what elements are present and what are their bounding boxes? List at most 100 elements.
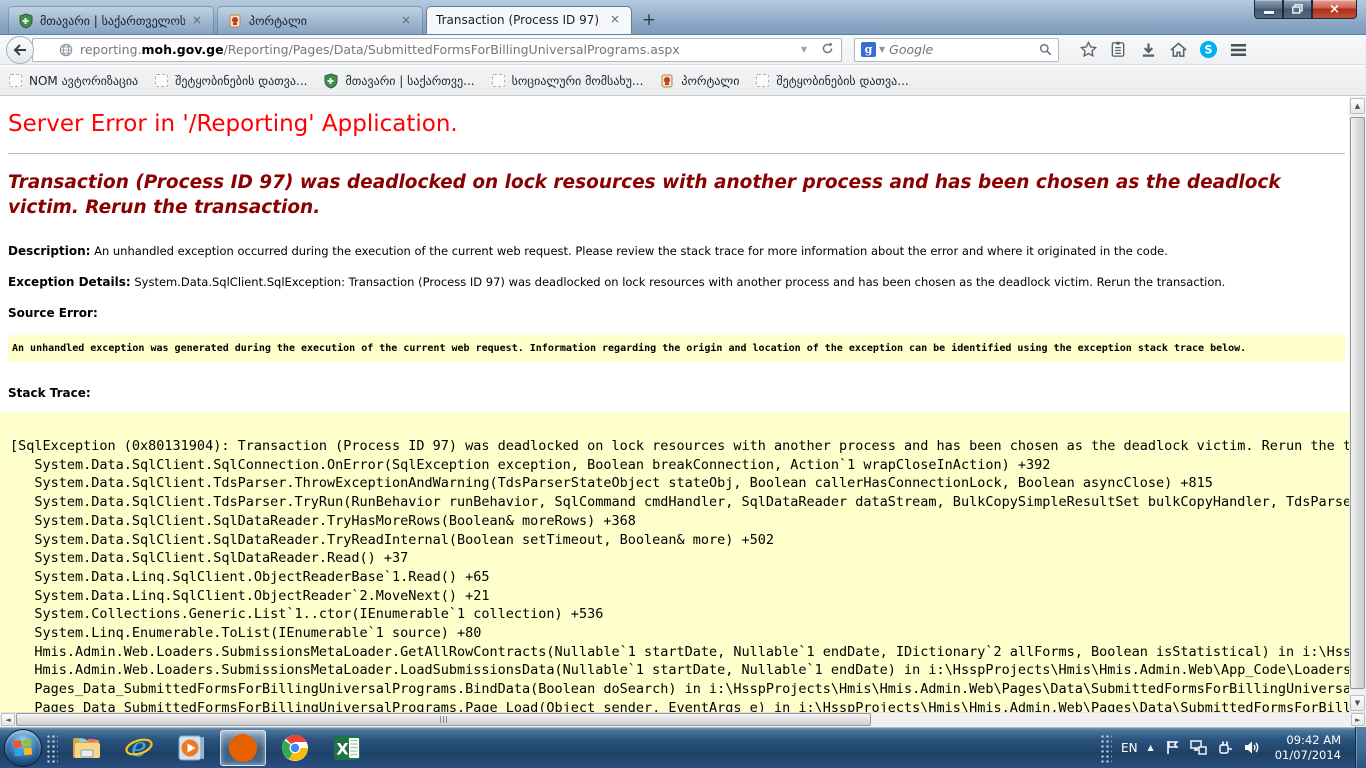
- tab-label: პორტალი: [249, 14, 394, 28]
- tab-transaction-error[interactable]: Transaction (Process ID 97) was... ×: [426, 6, 632, 34]
- tray-grip: [1099, 733, 1112, 763]
- action-center-flag-icon[interactable]: [1166, 740, 1179, 755]
- window-controls: ×: [1254, 0, 1357, 19]
- taskbar-excel-button[interactable]: X: [324, 730, 370, 766]
- internet-explorer-icon: e: [124, 734, 154, 762]
- minimize-button[interactable]: [1254, 0, 1283, 19]
- new-tab-button[interactable]: +: [634, 9, 664, 33]
- bookmark-shetyobinebis-1[interactable]: შეტყობინების დათვა...: [154, 73, 307, 88]
- start-button[interactable]: [4, 729, 42, 767]
- stack-line: System.Data.SqlClient.SqlDataReader.TryR…: [10, 531, 1349, 550]
- stack-line: Hmis.Admin.Web.Loaders.SubmissionsMetaLo…: [10, 661, 1349, 680]
- stack-line: [SqlException (0x80131904): Transaction …: [10, 437, 1349, 456]
- stack-line: System.Data.SqlClient.TdsParser.ThrowExc…: [10, 474, 1349, 493]
- scroll-down-icon[interactable]: ▼: [1350, 695, 1365, 711]
- menu-icon[interactable]: [1223, 37, 1253, 63]
- bookmark-label: მთავარი | საქართვე...: [345, 74, 474, 88]
- horizontal-scrollbar[interactable]: ◄ ►: [0, 712, 1366, 727]
- windows-logo-icon: [13, 739, 33, 757]
- speaker-icon[interactable]: [1244, 740, 1260, 755]
- clock-time: 09:42 AM: [1275, 733, 1341, 748]
- language-indicator[interactable]: EN: [1121, 741, 1138, 755]
- close-icon: ×: [1329, 2, 1340, 17]
- svg-text:X: X: [336, 739, 349, 758]
- stack-line: System.Data.SqlClient.SqlDataReader.TryH…: [10, 512, 1349, 531]
- tab-mtavari[interactable]: მთავარი | საქართველოს ... ×: [8, 6, 214, 34]
- stack-line: System.Data.SqlClient.TdsParser.TryRun(R…: [10, 493, 1349, 512]
- clock[interactable]: 09:42 AM 01/07/2014: [1275, 733, 1341, 763]
- description-label: Description:: [8, 244, 90, 258]
- emblem-favicon-icon: [227, 13, 243, 29]
- shield-favicon-icon: [18, 13, 34, 29]
- excel-icon: X: [332, 734, 362, 762]
- stack-trace-row: Stack Trace:: [8, 386, 1345, 400]
- bookmark-shetyobinebis-2[interactable]: შეტყობინების დათვა...: [755, 73, 908, 88]
- google-favicon: g: [861, 42, 876, 57]
- reload-icon[interactable]: [814, 42, 841, 58]
- error-message: Transaction (Process ID 97) was deadlock…: [8, 170, 1338, 220]
- stack-line: Hmis.Admin.Web.Loaders.SubmissionsMetaLo…: [10, 643, 1349, 662]
- search-icon[interactable]: [1039, 43, 1052, 56]
- power-plug-icon[interactable]: [1218, 740, 1233, 755]
- close-button[interactable]: ×: [1312, 0, 1357, 19]
- stack-line: System.Data.SqlClient.SqlConnection.OnEr…: [10, 456, 1349, 475]
- back-button[interactable]: [6, 36, 34, 64]
- svg-text:e: e: [131, 734, 146, 762]
- tab-label: Transaction (Process ID 97) was...: [436, 13, 603, 27]
- shield-icon: [323, 73, 339, 89]
- bookmarks-menu-icon[interactable]: [1103, 37, 1133, 63]
- bookmark-nom-avtorizacia[interactable]: NOM ავტორიზაცია: [8, 73, 138, 88]
- skype-icon[interactable]: S: [1193, 37, 1223, 63]
- bookmark-mtavari[interactable]: მთავარი | საქართვე...: [323, 73, 474, 89]
- tab-close-icon[interactable]: ×: [190, 14, 204, 28]
- aspnet-error-page: Server Error in '/Reporting' Application…: [0, 97, 1349, 712]
- globe-icon: [59, 43, 73, 57]
- stack-line: Pages_Data_SubmittedFormsForBillingUnive…: [10, 699, 1349, 712]
- taskbar-grip: [45, 733, 58, 763]
- horizontal-scroll-thumb[interactable]: [16, 713, 871, 726]
- restore-button[interactable]: [1283, 0, 1312, 19]
- bookmark-label: პორტალი: [681, 74, 739, 88]
- hidden-icons-icon[interactable]: ▲: [1148, 743, 1154, 752]
- search-box[interactable]: g ▼: [854, 38, 1059, 62]
- vertical-scroll-thumb[interactable]: [1350, 117, 1365, 689]
- url-bar[interactable]: reporting.moh.gov.ge/Reporting/Pages/Dat…: [32, 38, 842, 62]
- taskbar-chrome-button[interactable]: [272, 730, 318, 766]
- show-desktop-button[interactable]: [1355, 727, 1366, 768]
- scroll-up-icon[interactable]: ▲: [1350, 98, 1365, 114]
- description-text: An unhandled exception occurred during t…: [94, 244, 1168, 258]
- navigation-toolbar: reporting.moh.gov.ge/Reporting/Pages/Dat…: [0, 35, 1366, 65]
- url-dropdown-icon[interactable]: ▼: [794, 45, 814, 54]
- bookmark-placeholder-icon: [155, 74, 168, 87]
- taskbar-explorer-button[interactable]: [64, 730, 110, 766]
- bookmark-star-icon[interactable]: [1073, 37, 1103, 63]
- search-input[interactable]: [889, 42, 1039, 57]
- bookmark-portali[interactable]: პორტალი: [659, 73, 739, 89]
- bookmark-label: შეტყობინების დათვა...: [175, 74, 307, 88]
- firefox-icon: [227, 732, 259, 764]
- thumb-grip: [440, 716, 448, 723]
- taskbar-internet-explorer-button[interactable]: e: [116, 730, 162, 766]
- search-engine-dropdown-icon[interactable]: ▼: [879, 45, 885, 54]
- bookmark-socialuri[interactable]: სოციალური მომსახუ...: [491, 73, 644, 88]
- stack-line: System.Collections.Generic.List`1..ctor(…: [10, 605, 1349, 624]
- network-icon[interactable]: [1190, 740, 1207, 755]
- scroll-right-icon[interactable]: ►: [1351, 713, 1365, 726]
- downloads-icon[interactable]: [1133, 37, 1163, 63]
- vertical-scrollbar[interactable]: ▲ ▼: [1349, 97, 1366, 712]
- tab-close-icon[interactable]: ×: [608, 13, 622, 27]
- bookmarks-toolbar: NOM ავტორიზაცია შეტყობინების დათვა... მთ…: [0, 66, 1366, 96]
- tab-close-icon[interactable]: ×: [399, 14, 413, 28]
- taskbar-firefox-button[interactable]: [220, 730, 266, 766]
- system-tray: EN ▲ 09:42 AM 01/07/2014: [1096, 727, 1366, 768]
- source-error-row: Source Error:: [8, 306, 1345, 320]
- url-text: reporting.moh.gov.ge/Reporting/Pages/Dat…: [80, 42, 794, 57]
- tab-portali[interactable]: პორტალი ×: [217, 6, 423, 34]
- home-icon[interactable]: [1163, 37, 1193, 63]
- taskbar-media-player-button[interactable]: [168, 730, 214, 766]
- chrome-icon: [280, 733, 310, 763]
- stack-line: System.Linq.Enumerable.ToList(IEnumerabl…: [10, 624, 1349, 643]
- bookmark-placeholder-icon: [756, 74, 769, 87]
- scroll-left-icon[interactable]: ◄: [1, 713, 15, 726]
- divider: [8, 153, 1345, 154]
